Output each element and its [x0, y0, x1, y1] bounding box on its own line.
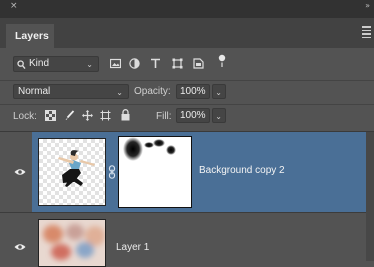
adjustment-filter-icon[interactable] [129, 58, 140, 69]
lock-transparent-pixels-icon[interactable] [45, 110, 56, 121]
mask-selection-corner [119, 137, 129, 147]
smart-object-filter-icon[interactable] [193, 58, 204, 69]
layer-mask-thumbnail[interactable] [118, 136, 192, 208]
mask-selection-corner [181, 197, 191, 207]
opacity-dropdown-button[interactable]: ⌄ [212, 84, 226, 99]
blend-mode-value: Normal [18, 86, 51, 97]
shape-filter-icon[interactable] [172, 58, 183, 69]
search-icon [17, 60, 26, 70]
eye-icon[interactable] [14, 168, 26, 176]
filter-toggle-icon[interactable] [218, 54, 226, 68]
collapse-icon[interactable]: » [365, 1, 370, 10]
layer-name[interactable]: Background copy 2 [199, 165, 285, 176]
opacity-field[interactable]: 100% [176, 84, 210, 99]
chevron-down-icon: ⌄ [86, 60, 93, 69]
figure-image [58, 150, 95, 187]
mask-image [123, 137, 176, 161]
divider [0, 80, 374, 81]
blend-mode-dropdown[interactable]: Normal ⌄ [13, 84, 129, 99]
opacity-value: 100% [180, 86, 206, 97]
fill-label: Fill: [156, 111, 172, 122]
layer-row[interactable]: Layer 1 [0, 213, 366, 267]
scrollbar[interactable] [366, 132, 374, 261]
panel-title-bar: × » [0, 0, 374, 18]
layer-thumbnail [38, 219, 106, 267]
eye-icon[interactable] [14, 243, 26, 251]
tab-layers[interactable]: Layers [6, 24, 54, 48]
lock-all-icon[interactable] [121, 109, 130, 121]
kind-filter-dropdown[interactable]: Kind ⌄ [13, 56, 99, 72]
chevron-down-icon: ⌄ [116, 88, 123, 97]
fill-field[interactable]: 100% [176, 108, 210, 123]
chevron-down-icon: ⌄ [215, 88, 222, 97]
link-icon[interactable] [108, 165, 116, 179]
layer-row[interactable]: Background copy 2 [0, 132, 366, 212]
kind-filter-label: Kind [29, 58, 50, 69]
layer-name[interactable]: Layer 1 [116, 242, 149, 253]
fill-dropdown-button[interactable]: ⌄ [212, 108, 226, 123]
type-filter-icon[interactable] [150, 58, 161, 69]
divider [0, 104, 374, 105]
pixel-filter-icon[interactable] [110, 58, 121, 69]
lock-position-icon[interactable] [82, 110, 93, 121]
fill-value: 100% [180, 110, 206, 121]
close-icon[interactable]: × [10, 1, 18, 11]
chevron-down-icon: ⌄ [215, 112, 222, 121]
lock-label: Lock: [13, 111, 37, 122]
lock-image-pixels-icon[interactable] [64, 110, 75, 121]
panel-menu-icon[interactable] [362, 26, 371, 40]
blurred-image [43, 224, 105, 260]
layer-thumbnail [38, 138, 106, 206]
opacity-label: Opacity: [134, 86, 171, 97]
lock-artboard-icon[interactable] [100, 110, 111, 121]
panel-tab-row: Layers [0, 18, 374, 48]
